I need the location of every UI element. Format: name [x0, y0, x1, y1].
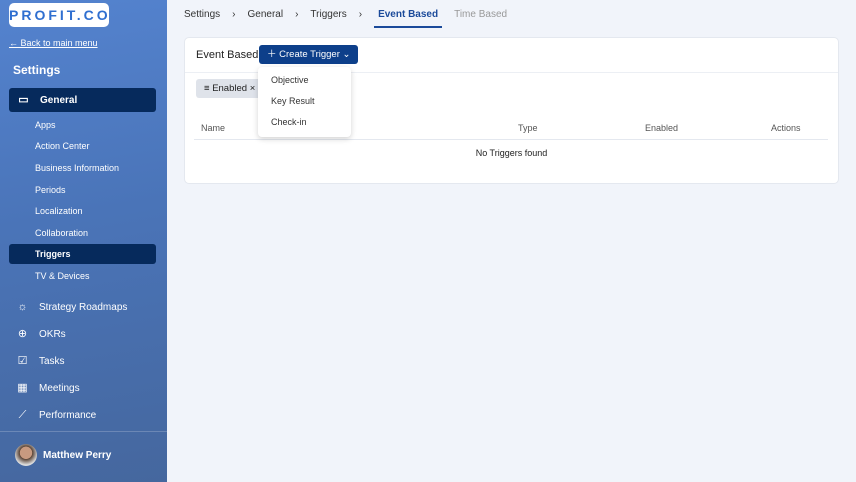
create-trigger-menu: Objective Key Result Check-in [258, 67, 351, 137]
label: Strategy Roadmaps [39, 302, 128, 313]
sidebar-sub-localization[interactable]: Localization [35, 206, 83, 216]
logo: PROFIT.CO [9, 3, 109, 27]
sidebar-item-general[interactable]: ▭ General [9, 88, 156, 112]
user-name: Matthew Perry [43, 449, 112, 461]
column-type[interactable]: Type [518, 123, 538, 133]
divider [0, 431, 167, 432]
breadcrumb-triggers[interactable]: Triggers [310, 9, 346, 20]
chevron-right-icon: › [295, 8, 299, 20]
card-title: Event Based [196, 49, 259, 61]
enabled-filter-chip[interactable]: ≡ Enabled × [196, 79, 264, 98]
menu-item-check-in[interactable]: Check-in [271, 117, 307, 127]
label: General [40, 94, 78, 106]
label: Performance [39, 410, 97, 421]
target-icon: ⊕ [17, 328, 28, 340]
filter-icon: ≡ [204, 83, 213, 94]
empty-message: No Triggers found [475, 148, 548, 158]
sidebar-item-okrs[interactable]: ⊕ OKRs [16, 328, 66, 341]
clipboard-check-icon: ☑ [17, 355, 28, 367]
sidebar-heading: Settings [13, 63, 61, 77]
create-trigger-button[interactable]: ＋ Create Trigger ⌄ [259, 45, 359, 64]
breadcrumb: Settings › General › Triggers › Event Based… [184, 0, 519, 28]
label: Tasks [39, 356, 65, 367]
bulb-icon: ☼ [17, 301, 28, 313]
breadcrumb-settings[interactable]: Settings [184, 9, 220, 20]
sidebar-item-tasks[interactable]: ☑ Tasks [16, 355, 65, 368]
label: Create Trigger [279, 49, 340, 60]
plus-icon: ＋ [267, 49, 280, 60]
sidebar-sub-action-center[interactable]: Action Center [35, 141, 90, 151]
menu-item-objective[interactable]: Objective [271, 75, 309, 85]
divider [194, 139, 828, 140]
chevron-right-icon: › [232, 8, 236, 20]
label: Meetings [39, 383, 80, 394]
sidebar-sub-tv-devices[interactable]: TV & Devices [35, 271, 90, 281]
sidebar-sub-periods[interactable]: Periods [35, 185, 66, 195]
sidebar-sub-business-information[interactable]: Business Information [35, 163, 119, 173]
sidebar-sub-triggers[interactable]: Triggers [9, 244, 156, 264]
column-name[interactable]: Name [201, 123, 225, 133]
sidebar-item-strategy-roadmaps[interactable]: ☼ Strategy Roadmaps [16, 301, 127, 314]
back-to-main-menu-link[interactable]: ← Back to main menu [9, 38, 98, 48]
column-actions: Actions [771, 123, 801, 133]
tab-time-based[interactable]: Time Based [454, 9, 507, 20]
monitor-icon: ▭ [18, 93, 29, 106]
sidebar-sub-collaboration[interactable]: Collaboration [35, 228, 88, 238]
chevron-right-icon: › [358, 8, 363, 20]
chevron-down-icon: ⌄ [339, 49, 351, 60]
breadcrumb-general[interactable]: General [247, 9, 283, 20]
label: Enabled [212, 83, 248, 94]
tab-event-based[interactable]: Event Based [374, 3, 443, 28]
menu-item-key-result[interactable]: Key Result [271, 96, 315, 106]
column-enabled[interactable]: Enabled [645, 123, 678, 133]
sidebar: PROFIT.CO ← Back to main menu Settings ▭… [0, 0, 167, 482]
calendar-icon: ▦ [17, 382, 28, 394]
sidebar-item-performance[interactable]: ⟋ Performance [16, 409, 97, 422]
chart-line-icon: ⟋ [18, 409, 27, 421]
label: OKRs [39, 329, 66, 340]
sidebar-item-meetings[interactable]: ▦ Meetings [16, 382, 80, 395]
close-icon[interactable]: × [247, 83, 256, 94]
user-profile[interactable]: Matthew Perry [15, 444, 111, 466]
sidebar-sub-apps[interactable]: Apps [35, 120, 56, 130]
avatar [15, 444, 37, 466]
